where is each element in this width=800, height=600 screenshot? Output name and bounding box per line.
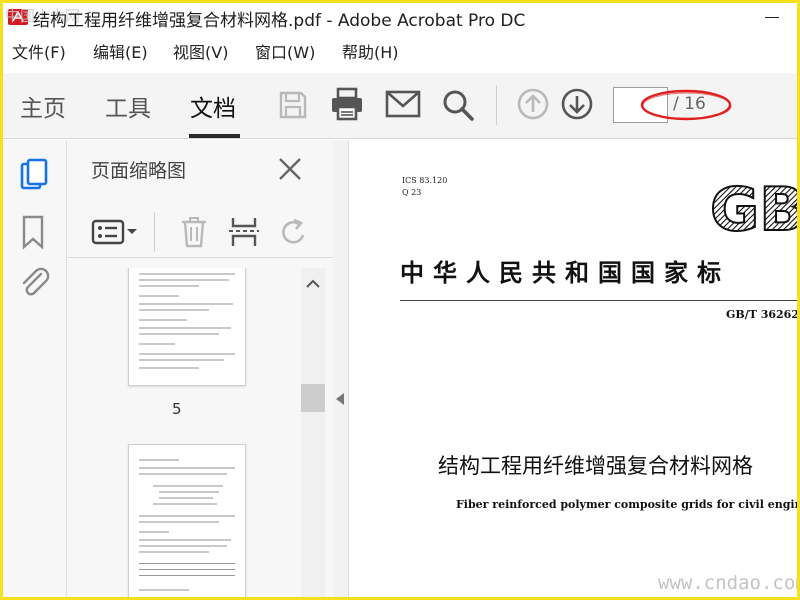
menu-file[interactable]: 文件(F) [12, 39, 66, 63]
minimize-button[interactable] [765, 17, 779, 18]
title-bar: 中国土木网 结构工程用纤维增强复合材料网格.pdf - Adobe Acroba… [3, 3, 797, 33]
tab-home[interactable]: 主页 [20, 89, 66, 123]
menu-view[interactable]: 视图(V) [173, 39, 228, 63]
panel-toolbar [67, 204, 333, 258]
gb-logo-text: GB [710, 178, 797, 242]
highlight-ellipse [640, 89, 732, 121]
thumbnail-page-5[interactable] [128, 268, 246, 386]
page-up-icon[interactable] [516, 87, 550, 121]
menu-edit[interactable]: 编辑(E) [93, 39, 148, 63]
main-toolbar: 主页 工具 文档 / 16 [3, 73, 797, 139]
thumbnail-scrollbar[interactable] [301, 268, 325, 597]
page-down-icon[interactable] [560, 87, 594, 121]
panel-collapse-bar[interactable] [333, 140, 349, 597]
menu-bar: 文件(F) 编辑(E) 视图(V) 窗口(W) 帮助(H) [3, 39, 797, 65]
navigation-pane [3, 140, 67, 597]
menu-window[interactable]: 窗口(W) [255, 39, 315, 63]
collapse-arrow-icon[interactable] [336, 393, 344, 405]
search-icon[interactable] [441, 88, 475, 122]
scrollbar-thumb[interactable] [301, 384, 325, 412]
delete-page-icon[interactable] [179, 216, 209, 248]
document-title-cn: 结构工程用纤维增强复合材料网格 [438, 454, 753, 478]
thumbnail-page-6[interactable] [128, 444, 246, 597]
thumbnail-label: 5 [172, 400, 182, 418]
tab-document[interactable]: 文档 [190, 89, 236, 123]
attachment-icon[interactable] [19, 266, 51, 300]
bookmark-icon[interactable] [19, 214, 47, 250]
save-icon[interactable] [277, 89, 309, 121]
rotate-page-icon[interactable] [279, 217, 309, 247]
page-thumbnails-icon[interactable] [19, 158, 51, 192]
thumbnail-list: 5 [67, 268, 301, 597]
acrobat-window: 中国土木网 结构工程用纤维增强复合材料网格.pdf - Adobe Acroba… [0, 0, 800, 600]
extract-page-icon[interactable] [229, 216, 259, 248]
toolbar-separator [496, 85, 497, 125]
national-standard-heading: 中华人民共和国国家标 [400, 258, 730, 287]
thumbnail-options-icon[interactable] [91, 218, 139, 246]
window-title: 结构工程用纤维增强复合材料网格.pdf - Adobe Acrobat Pro … [33, 11, 526, 31]
email-icon[interactable] [385, 90, 421, 118]
tab-tools[interactable]: 工具 [105, 89, 151, 123]
panel-title: 页面缩略图 [91, 160, 187, 182]
document-title-en: Fiber reinforced polymer composite grids… [456, 498, 797, 511]
panel-toolbar-separator [154, 212, 155, 252]
close-icon[interactable] [277, 156, 303, 182]
chevron-up-icon[interactable] [306, 278, 320, 288]
document-view[interactable]: ICS 83.120 Q 23 GB 中华人民共和国国家标 GB/T 36262… [350, 140, 797, 597]
standard-code: GB/T 36262- [726, 308, 797, 321]
gb-logo: GB [710, 178, 797, 242]
menu-help[interactable]: 帮助(H) [342, 39, 399, 63]
page-thumbnails-panel: 页面缩略图 5 [67, 140, 333, 597]
active-tab-indicator [189, 134, 240, 138]
watermark-bottom-right: www.cndao.com [658, 572, 800, 594]
q-code: Q 23 [402, 188, 422, 197]
doc-header-rule [400, 300, 797, 301]
print-icon[interactable] [329, 86, 365, 122]
doc-ics: ICS 83.120 Q 23 [402, 175, 447, 199]
ics-code: ICS 83.120 [402, 176, 448, 185]
